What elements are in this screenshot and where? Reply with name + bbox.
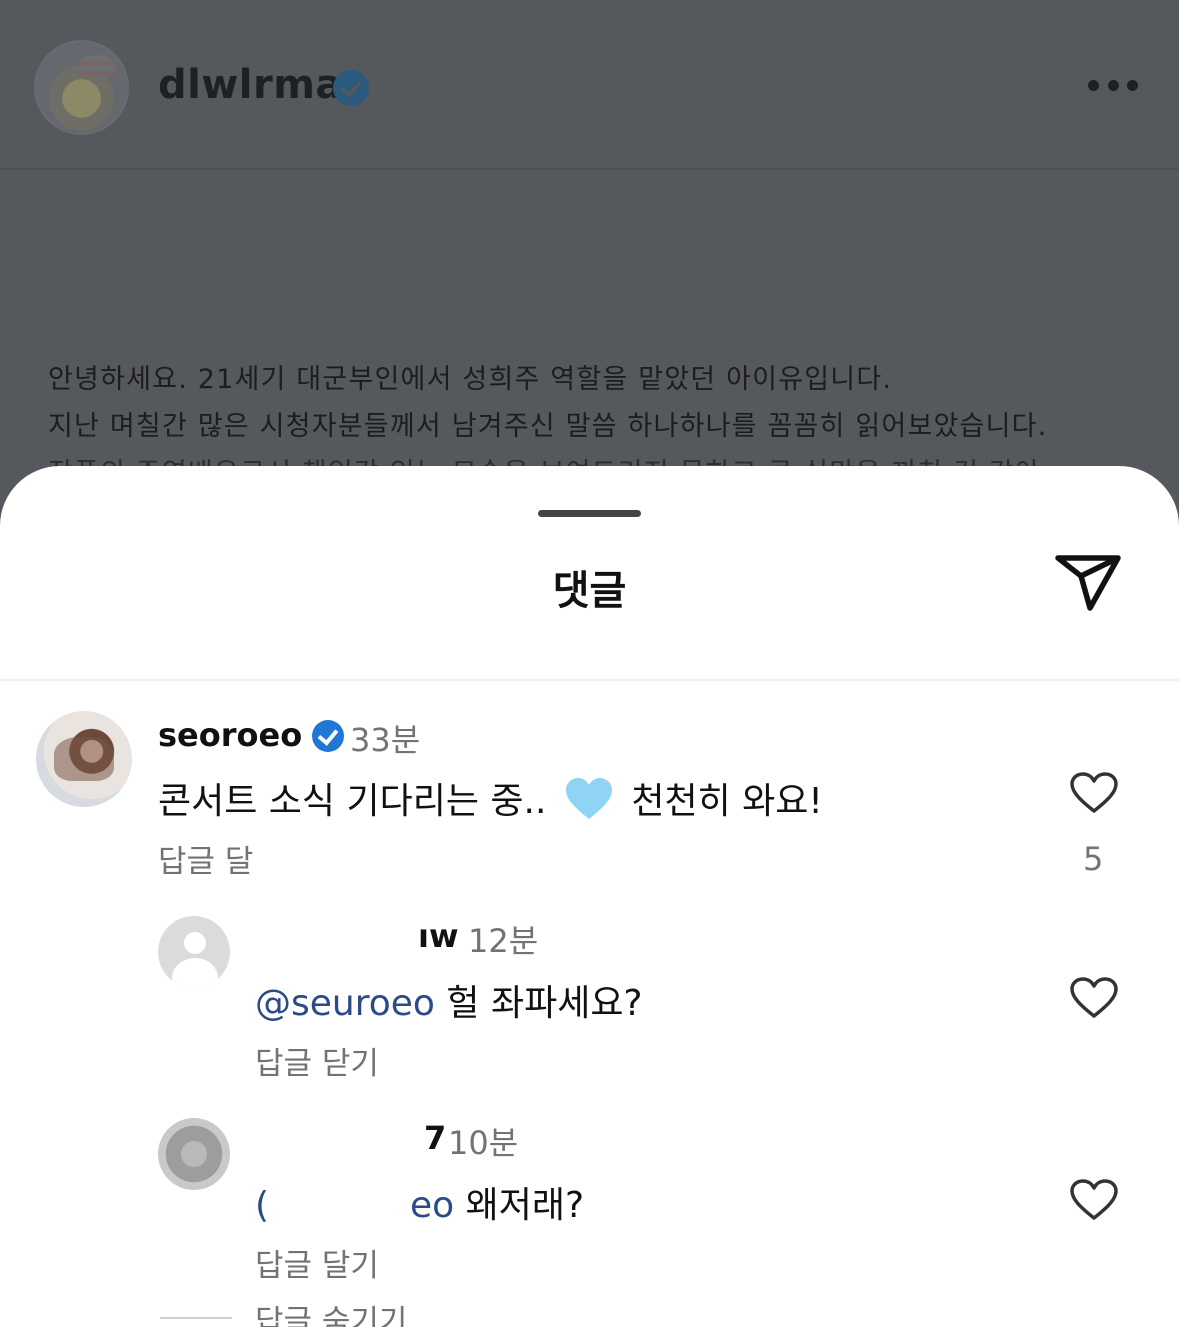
- app-screen: dlwlrma 안녕하세요. 21세기 대군부인에서 성희주 역할을 맡았던 아…: [0, 0, 1179, 1327]
- reply-button[interactable]: 답글 닫기: [255, 1038, 379, 1083]
- hide-replies-button[interactable]: 답글 숨기기: [255, 1296, 407, 1327]
- comment-text-part: 왜저래?: [465, 1185, 585, 1226]
- more-options-icon[interactable]: [1088, 80, 1138, 94]
- comment-text-part: 헐 좌파세요?: [446, 983, 643, 1024]
- comment-username[interactable]: ıw: [418, 917, 459, 955]
- comment-text: 콘서트 소식 기다리는 중.. 천천히 와요!: [158, 772, 823, 824]
- comment-time: 10분: [448, 1124, 519, 1162]
- like-heart-icon[interactable]: [1069, 976, 1119, 1020]
- reply-button[interactable]: 답글 달기: [255, 1240, 379, 1285]
- reply-button[interactable]: 답글 달: [158, 836, 253, 881]
- comments-sheet: 댓글 seoroeo 33분 콘서트 소식 기다리는 중.. 천천히 와요! 답…: [0, 466, 1179, 1327]
- caption-line: 안녕하세요. 21세기 대군부인에서 성희주 역할을 맡았던 아이유입니다.: [48, 364, 893, 395]
- comment-text: @seuroeo 헐 좌파세요?: [255, 974, 643, 1026]
- like-count: 5: [1083, 840, 1104, 878]
- like-heart-icon[interactable]: [1069, 771, 1119, 815]
- mention-link[interactable]: (: [255, 1185, 269, 1226]
- commenter-avatar[interactable]: [158, 916, 230, 988]
- comment-time: 12분: [468, 922, 539, 960]
- sheet-title: 댓글: [552, 568, 627, 614]
- verified-badge-icon: [312, 720, 344, 752]
- divider: [0, 679, 1179, 681]
- comment-text-part: 천천히 와요!: [631, 781, 823, 822]
- comment-text-part: 콘서트 소식 기다리는 중..: [158, 781, 547, 822]
- post-author-username[interactable]: dlwlrma: [158, 62, 343, 108]
- verified-badge-icon: [333, 70, 369, 106]
- commenter-avatar[interactable]: [36, 711, 132, 807]
- sheet-grabber[interactable]: [538, 510, 641, 517]
- light-blue-heart-emoji-icon: [565, 778, 612, 819]
- comment-text: ( eo 왜저래?: [255, 1176, 584, 1228]
- post-header: dlwlrma: [0, 0, 1179, 170]
- share-send-icon[interactable]: [1054, 552, 1124, 614]
- hide-replies-line: [160, 1317, 232, 1319]
- comment-username[interactable]: 7: [424, 1119, 446, 1157]
- mention-link[interactable]: eo: [410, 1185, 454, 1226]
- mention-link[interactable]: @seuroeo: [255, 983, 435, 1024]
- post-author-avatar[interactable]: [34, 40, 129, 135]
- commenter-avatar[interactable]: [158, 1118, 230, 1190]
- like-heart-icon[interactable]: [1069, 1178, 1119, 1222]
- comment-username[interactable]: seoroeo: [158, 716, 302, 754]
- caption-line: 지난 며칠간 많은 시청자분들께서 남겨주신 말씀 하나하나를 꼼꼼히 읽어보았…: [48, 411, 1048, 442]
- comment-time: 33분: [350, 721, 421, 759]
